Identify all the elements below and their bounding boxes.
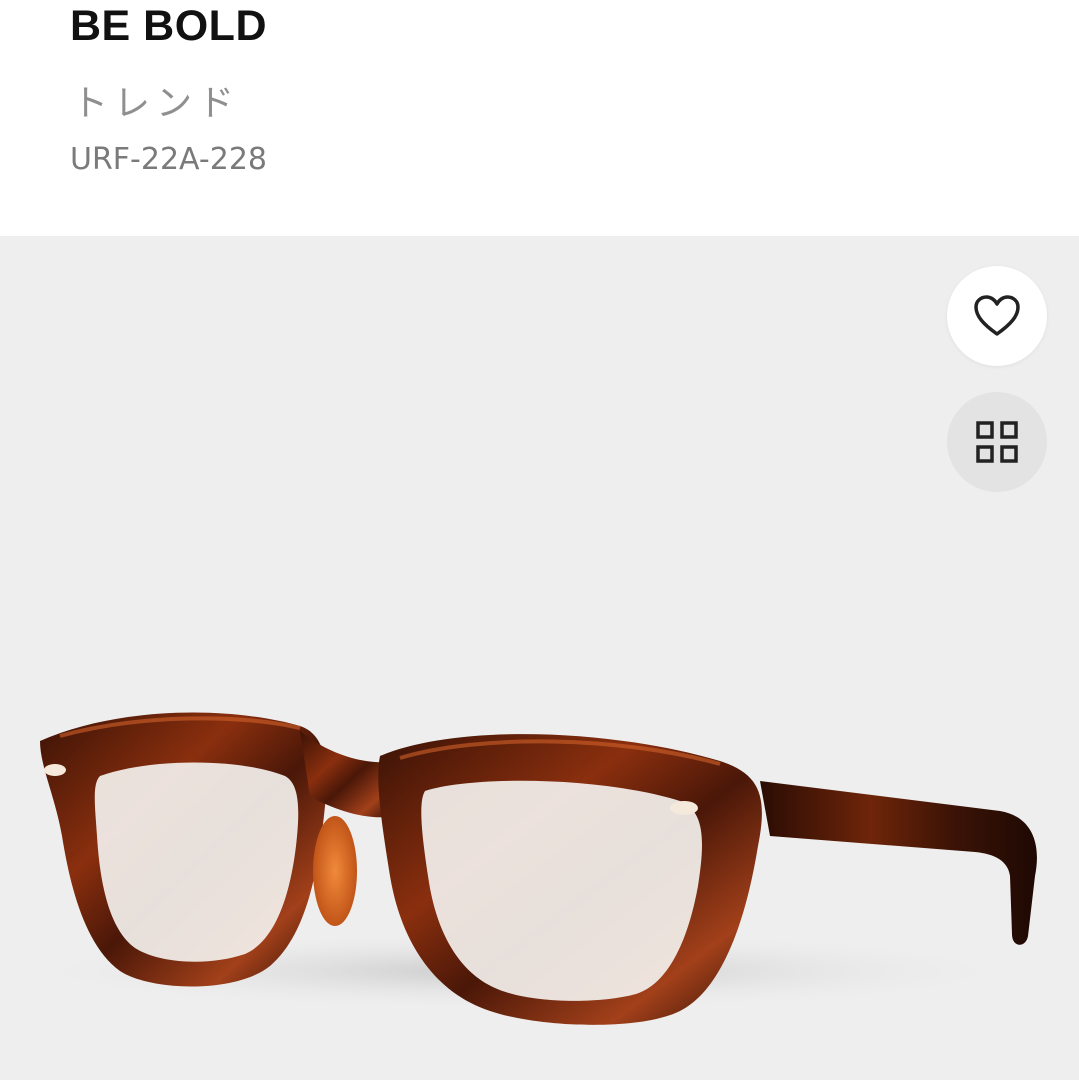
model-code: URF-22A-228 [70, 142, 268, 177]
heart-icon [974, 295, 1020, 336]
grid-icon [976, 421, 1018, 463]
product-header: BE BOLD トレンド URF-22A-228 [0, 0, 1079, 236]
brand-name[interactable]: BE BOLD [70, 0, 267, 54]
product-image [0, 712, 1040, 1025]
grid-view-button[interactable] [947, 392, 1047, 492]
product-category: トレンド [72, 83, 241, 124]
favorite-button[interactable] [947, 266, 1047, 366]
product-image-area[interactable] [0, 236, 1079, 1080]
